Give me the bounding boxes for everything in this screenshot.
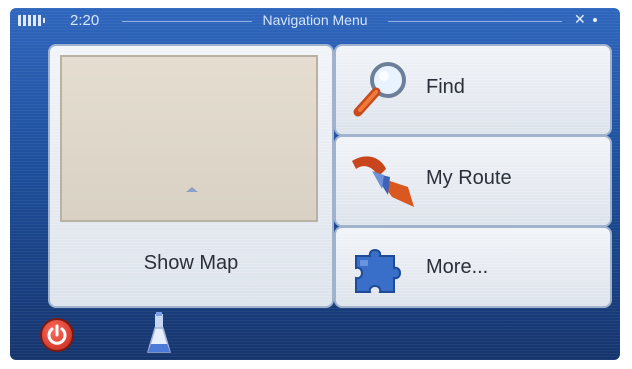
show-map-label: Show Map (143, 252, 239, 274)
route-arrow-icon (352, 156, 414, 207)
gps-satellite-icon[interactable]: ✕ (574, 11, 586, 28)
more-button[interactable]: More... (334, 226, 612, 308)
title-divider-right (388, 21, 562, 22)
page-title: Navigation Menu (262, 12, 368, 28)
gps-status-dot (593, 18, 597, 22)
more-label: More... (426, 256, 489, 278)
puzzle-piece-icon (355, 249, 401, 293)
flask-poi-icon[interactable] (144, 312, 174, 358)
find-button[interactable]: Find (334, 44, 612, 136)
position-marker-icon (186, 187, 198, 192)
my-route-label: My Route (426, 167, 512, 189)
find-label: Find (426, 76, 465, 98)
map-preview (60, 55, 318, 222)
show-map-button[interactable]: Show Map (48, 44, 334, 308)
power-button[interactable] (40, 318, 74, 352)
my-route-button[interactable]: My Route (334, 135, 612, 227)
status-bar: 2:20 Navigation Menu ✕ (10, 8, 620, 34)
power-icon (47, 324, 67, 345)
navigation-screen: 2:20 Navigation Menu ✕ Show Map Find My … (10, 8, 620, 360)
magnifier-icon (353, 62, 406, 117)
